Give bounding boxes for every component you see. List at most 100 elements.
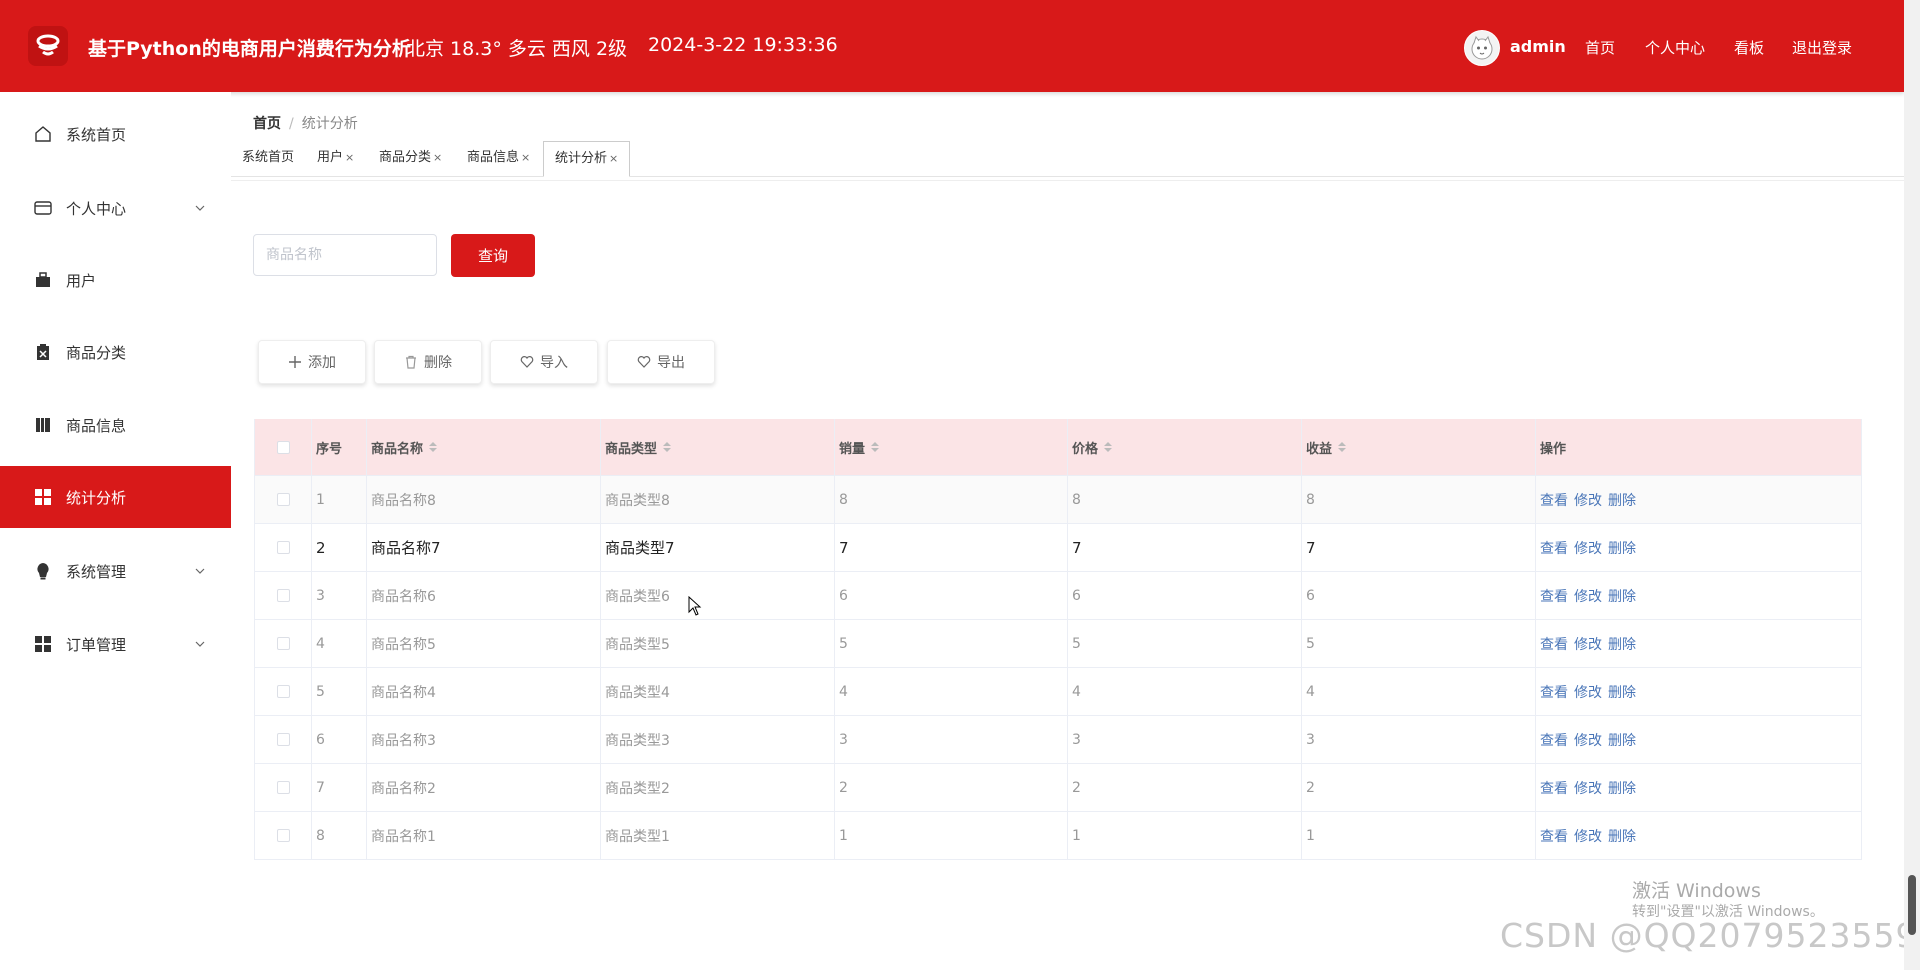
edit-link[interactable]: 修改 (1574, 634, 1602, 654)
column-header-label: 商品名称 (371, 441, 424, 457)
table-header: 序号 商品名称 商品类型 销量 价格 收益 操作 (255, 419, 1861, 475)
row-checkbox[interactable] (276, 685, 290, 698)
table-row[interactable]: 2 商品名称7 商品类型7 7 7 7 查看 修改 删除 (255, 523, 1861, 571)
sort-icon[interactable] (1104, 441, 1113, 453)
edit-link[interactable]: 修改 (1574, 730, 1602, 750)
sidebar-item-system-management[interactable]: 系统管理 (0, 540, 231, 602)
select-all-checkbox[interactable] (276, 440, 290, 454)
delete-link[interactable]: 删除 (1608, 826, 1636, 846)
bulb-icon (34, 562, 52, 580)
product-type-cell: 商品类型7 (600, 524, 834, 571)
row-checkbox[interactable] (276, 733, 290, 746)
row-checkbox[interactable] (276, 493, 290, 506)
avatar[interactable] (1464, 30, 1500, 66)
delete-button[interactable]: 删除 (374, 340, 482, 384)
delete-link[interactable]: 删除 (1608, 730, 1636, 750)
sort-icon[interactable] (663, 441, 672, 453)
tab-users[interactable]: 用户 × (313, 141, 358, 175)
view-link[interactable]: 查看 (1540, 682, 1568, 702)
close-icon[interactable]: × (433, 151, 442, 164)
edit-link[interactable]: 修改 (1574, 586, 1602, 606)
tab-product-category[interactable]: 商品分类 × (375, 141, 446, 175)
briefcase-icon (34, 271, 52, 289)
edit-link[interactable]: 修改 (1574, 490, 1602, 510)
sidebar-item-product-category[interactable]: 商品分类 (0, 321, 231, 383)
table-row[interactable]: 8 商品名称1 商品类型1 1 1 1 查看 修改 删除 (255, 811, 1861, 859)
revenue-cell: 3 (1301, 716, 1535, 763)
row-checkbox[interactable] (276, 637, 290, 650)
view-link[interactable]: 查看 (1540, 634, 1568, 654)
view-link[interactable]: 查看 (1540, 490, 1568, 510)
row-checkbox[interactable] (276, 829, 290, 842)
edit-link[interactable]: 修改 (1574, 778, 1602, 798)
row-checkbox[interactable] (276, 781, 290, 794)
table-row[interactable]: 5 商品名称4 商品类型4 4 4 4 查看 修改 删除 (255, 667, 1861, 715)
sidebar: 系统首页 个人中心 用户 商品分类 商品信息 统计分析 系统管理 订单管理 (0, 92, 231, 970)
table-row[interactable]: 4 商品名称5 商品类型5 5 5 5 查看 修改 删除 (255, 619, 1861, 667)
edit-link[interactable]: 修改 (1574, 538, 1602, 558)
export-button[interactable]: 导出 (607, 340, 715, 384)
sort-icon[interactable] (1338, 441, 1347, 453)
sales-cell: 3 (834, 716, 1067, 763)
tab-product-info[interactable]: 商品信息 × (463, 141, 534, 175)
edit-link[interactable]: 修改 (1574, 682, 1602, 702)
breadcrumb-current: 统计分析 (301, 116, 358, 132)
revenue-cell: 1 (1301, 812, 1535, 859)
sidebar-item-personal-center[interactable]: 个人中心 (0, 177, 231, 239)
delete-link[interactable]: 删除 (1608, 634, 1636, 654)
nav-logout-link[interactable]: 退出登录 (1792, 37, 1852, 58)
tab-home[interactable]: 系统首页 (238, 141, 298, 175)
row-index: 4 (311, 620, 366, 667)
delete-link[interactable]: 删除 (1608, 538, 1636, 558)
sidebar-item-order-management[interactable]: 订单管理 (0, 613, 231, 675)
nav-user-center-link[interactable]: 个人中心 (1645, 37, 1705, 58)
tab-label: 系统首页 (242, 150, 295, 165)
sidebar-item-statistics[interactable]: 统计分析 (0, 466, 231, 528)
sidebar-item-home[interactable]: 系统首页 (0, 103, 231, 165)
close-icon[interactable]: × (609, 152, 618, 165)
table-row[interactable]: 3 商品名称6 商品类型6 6 6 6 查看 修改 删除 (255, 571, 1861, 619)
home-icon (34, 125, 52, 143)
sidebar-item-product-info[interactable]: 商品信息 (0, 394, 231, 456)
tab-statistics[interactable]: 统计分析 × (543, 141, 631, 177)
row-checkbox[interactable] (276, 541, 290, 554)
page-scrollbar[interactable] (1904, 0, 1920, 970)
delete-link[interactable]: 删除 (1608, 586, 1636, 606)
column-header-sales[interactable]: 销量 (834, 419, 1067, 475)
column-header-revenue[interactable]: 收益 (1301, 419, 1535, 475)
view-link[interactable]: 查看 (1540, 778, 1568, 798)
mouse-cursor-icon (688, 596, 702, 616)
column-header-product-type[interactable]: 商品类型 (600, 419, 834, 475)
delete-link[interactable]: 删除 (1608, 490, 1636, 510)
sidebar-item-users[interactable]: 用户 (0, 249, 231, 311)
delete-link[interactable]: 删除 (1608, 682, 1636, 702)
delete-button-label: 删除 (424, 355, 452, 371)
view-link[interactable]: 查看 (1540, 730, 1568, 750)
nav-home-link[interactable]: 首页 (1585, 37, 1615, 58)
price-cell: 5 (1067, 620, 1301, 667)
sort-icon[interactable] (871, 441, 880, 453)
column-header-price[interactable]: 价格 (1067, 419, 1301, 475)
nav-dashboard-link[interactable]: 看板 (1734, 37, 1764, 58)
sort-icon[interactable] (429, 441, 438, 453)
view-link[interactable]: 查看 (1540, 538, 1568, 558)
view-link[interactable]: 查看 (1540, 826, 1568, 846)
import-button[interactable]: 导入 (490, 340, 598, 384)
column-header-product-name[interactable]: 商品名称 (366, 419, 600, 475)
product-name-search-input[interactable] (253, 234, 437, 276)
plus-icon (288, 355, 302, 369)
breadcrumb-home[interactable]: 首页 (253, 116, 281, 132)
delete-link[interactable]: 删除 (1608, 778, 1636, 798)
scrollbar-thumb[interactable] (1908, 875, 1916, 935)
close-icon[interactable]: × (521, 151, 530, 164)
table-row[interactable]: 1 商品名称8 商品类型8 8 8 8 查看 修改 删除 (255, 475, 1861, 523)
table-row[interactable]: 7 商品名称2 商品类型2 2 2 2 查看 修改 删除 (255, 763, 1861, 811)
row-actions-cell: 查看 修改 删除 (1535, 668, 1861, 715)
row-checkbox[interactable] (276, 589, 290, 602)
add-button[interactable]: 添加 (258, 340, 366, 384)
query-button[interactable]: 查询 (451, 234, 535, 277)
table-row[interactable]: 6 商品名称3 商品类型3 3 3 3 查看 修改 删除 (255, 715, 1861, 763)
view-link[interactable]: 查看 (1540, 586, 1568, 606)
edit-link[interactable]: 修改 (1574, 826, 1602, 846)
close-icon[interactable]: × (345, 151, 354, 164)
